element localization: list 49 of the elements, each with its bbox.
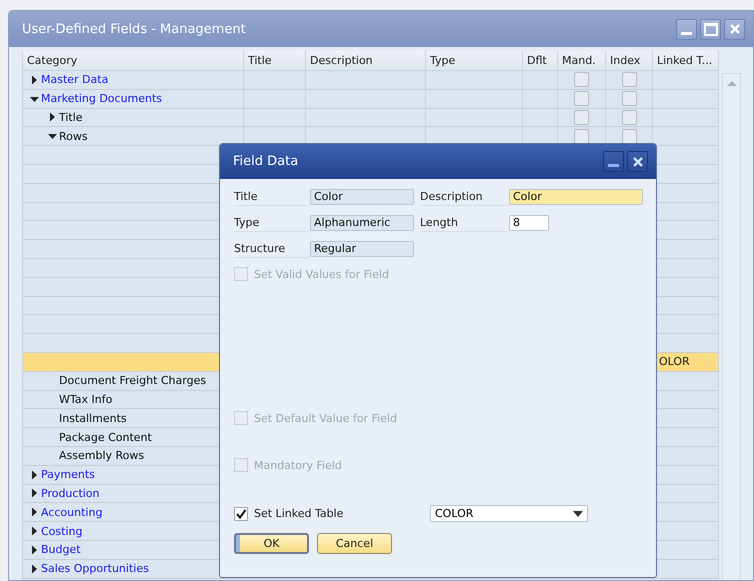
input-field[interactable]: Regular <box>310 241 414 257</box>
category-text: Production <box>41 486 100 500</box>
table-row[interactable]: Rows <box>23 127 719 146</box>
category-text: Package Content <box>59 430 152 444</box>
close-icon[interactable] <box>632 156 644 168</box>
category-text: Rows <box>59 130 88 143</box>
close-button[interactable] <box>724 18 745 40</box>
minimize-button[interactable] <box>676 18 697 40</box>
category-text: Payments <box>41 468 95 482</box>
input-field[interactable]: Alphanumeric <box>310 215 414 231</box>
table-row[interactable]: Master Data <box>23 71 719 90</box>
category-text: Title <box>59 110 83 124</box>
cell-text: OLOR <box>659 355 690 368</box>
category-text: Master Data <box>41 73 108 86</box>
category-text: Document Freight Charges <box>59 374 206 388</box>
input-field[interactable]: Color <box>509 189 643 205</box>
checkbox[interactable] <box>574 72 589 88</box>
dropdown[interactable]: COLOR <box>430 505 588 522</box>
category-text: Sales Opportunities <box>41 562 149 576</box>
category-text: Accounting <box>41 506 102 519</box>
minimize-button[interactable] <box>603 151 624 172</box>
category-text: Budget <box>41 543 81 556</box>
scrollbar[interactable] <box>722 73 741 580</box>
checkbox[interactable] <box>622 110 636 125</box>
dialog-title: Field Data <box>233 154 298 169</box>
caret-icon[interactable] <box>573 510 583 516</box>
collapse-arrow-icon[interactable] <box>47 131 59 142</box>
checkbox[interactable] <box>622 91 636 106</box>
checkbox-option[interactable]: Set Linked Table <box>234 506 430 520</box>
close-button[interactable] <box>627 151 648 172</box>
checkbox[interactable] <box>622 128 636 144</box>
checkbox[interactable] <box>622 72 636 88</box>
window-title: User-Defined Fields - Management <box>22 22 246 36</box>
category-text: Installments <box>59 412 127 425</box>
input-field[interactable]: Color <box>310 189 414 205</box>
input-field[interactable]: 8 <box>509 215 549 231</box>
category-text: Assembly Rows <box>59 449 144 462</box>
category-text: Costing <box>41 524 82 538</box>
table-row[interactable]: Title <box>23 108 719 128</box>
checkbox[interactable] <box>574 91 589 106</box>
table-row[interactable]: Marketing Documents <box>23 90 719 109</box>
maximize-button[interactable] <box>700 18 721 40</box>
checkbox[interactable] <box>574 128 589 144</box>
category-text: Marketing Documents <box>41 92 162 106</box>
dialog-button[interactable]: Cancel <box>317 533 392 554</box>
checkmark-icon[interactable] <box>235 508 247 520</box>
checkbox[interactable] <box>574 110 589 125</box>
dialog-button[interactable]: OK <box>234 533 309 554</box>
category-text: WTax Info <box>59 392 112 406</box>
